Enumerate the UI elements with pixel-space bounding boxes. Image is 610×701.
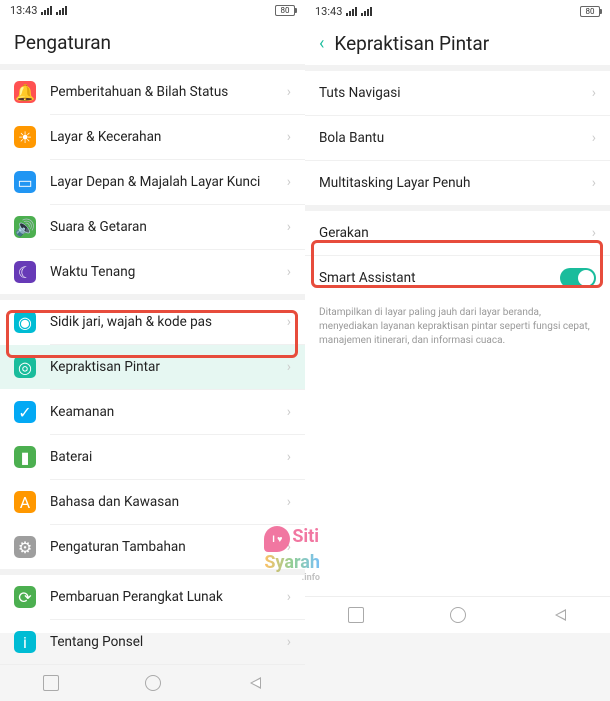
screen-icon: ▭	[14, 171, 36, 193]
settings-item-language[interactable]: ABahasa dan Kawasan›	[0, 480, 305, 524]
chevron-right-icon: ›	[287, 589, 291, 605]
moon-icon: ☾	[14, 261, 36, 283]
nav-bar	[305, 596, 610, 633]
nav-home-button[interactable]	[450, 607, 466, 623]
chevron-right-icon: ›	[592, 85, 596, 101]
smart-assistant-description: Ditampilkan di layar paling jauh dari la…	[305, 300, 610, 360]
chevron-right-icon: ›	[287, 219, 291, 235]
signal-icon-2	[361, 7, 372, 16]
update-icon: ⟳	[14, 586, 36, 608]
status-time: 13:43	[10, 4, 37, 17]
settings-item-additional[interactable]: ⚙Pengaturan Tambahan›	[0, 525, 305, 569]
chevron-right-icon: ›	[287, 84, 291, 100]
status-bar: 13:43 80	[0, 0, 305, 21]
settings-item-smart-convenience[interactable]: ◎Kepraktisan Pintar›	[0, 345, 305, 389]
settings-item-lockscreen[interactable]: ▭Layar Depan & Majalah Layar Kunci›	[0, 160, 305, 204]
page-header: Pengaturan	[0, 21, 305, 64]
nav-bar	[0, 664, 305, 701]
settings-item-notifications[interactable]: 🔔Pemberitahuan & Bilah Status›	[0, 70, 305, 114]
chevron-right-icon: ›	[287, 539, 291, 555]
page-title: Pengaturan	[14, 31, 111, 54]
settings-item-battery[interactable]: ▮Baterai›	[0, 435, 305, 479]
item-assistive-ball[interactable]: Bola Bantu›	[305, 116, 610, 160]
nav-recent-button[interactable]	[43, 675, 59, 691]
nav-home-button[interactable]	[145, 675, 161, 691]
status-bar: 13:43 80	[305, 0, 610, 22]
chevron-right-icon: ›	[287, 494, 291, 510]
shield-icon: ✓	[14, 401, 36, 423]
sun-icon: ☀	[14, 126, 36, 148]
item-gestures[interactable]: Gerakan›	[305, 211, 610, 255]
chevron-right-icon: ›	[287, 264, 291, 280]
chevron-right-icon: ›	[592, 130, 596, 146]
settings-item-update[interactable]: ⟳Pembaruan Perangkat Lunak›	[0, 575, 305, 619]
chevron-right-icon: ›	[592, 225, 596, 241]
item-fullscreen-multitask[interactable]: Multitasking Layar Penuh›	[305, 161, 610, 205]
signal-icon	[346, 7, 357, 16]
speaker-icon: 🔊	[14, 216, 36, 238]
chevron-right-icon: ›	[592, 175, 596, 191]
bulb-icon: ◎	[14, 356, 36, 378]
item-smart-assistant[interactable]: Smart Assistant	[305, 256, 610, 300]
battery-icon: 80	[580, 6, 600, 17]
chevron-right-icon: ›	[287, 359, 291, 375]
nav-back-button[interactable]	[248, 675, 262, 691]
chevron-right-icon: ›	[287, 634, 291, 650]
status-time: 13:43	[315, 5, 342, 18]
fingerprint-icon: ◉	[14, 311, 36, 333]
chevron-right-icon: ›	[287, 174, 291, 190]
chevron-right-icon: ›	[287, 314, 291, 330]
smart-assistant-toggle[interactable]	[560, 268, 596, 288]
battery-icon: 80	[275, 5, 295, 16]
info-icon: i	[14, 631, 36, 653]
page-header: ‹ Kepraktisan Pintar	[305, 22, 610, 65]
gear-icon: ⚙	[14, 536, 36, 558]
chevron-right-icon: ›	[287, 449, 291, 465]
phone-left: 13:43 80 Pengaturan 🔔Pemberitahuan & Bil…	[0, 0, 305, 633]
signal-icon-2	[56, 6, 67, 15]
settings-item-display[interactable]: ☀Layar & Kecerahan›	[0, 115, 305, 159]
bell-icon: 🔔	[14, 81, 36, 103]
settings-item-quiet[interactable]: ☾Waktu Tenang›	[0, 250, 305, 294]
nav-back-button[interactable]	[553, 607, 567, 623]
phone-right: 13:43 80 ‹ Kepraktisan Pintar Tuts Navig…	[305, 0, 610, 633]
language-icon: A	[14, 491, 36, 513]
back-button[interactable]: ‹	[319, 33, 324, 54]
signal-icon	[41, 6, 52, 15]
item-nav-keys[interactable]: Tuts Navigasi›	[305, 71, 610, 115]
chevron-right-icon: ›	[287, 129, 291, 145]
settings-item-security[interactable]: ✓Keamanan›	[0, 390, 305, 434]
settings-item-about[interactable]: iTentang Ponsel›	[0, 620, 305, 664]
page-title: Kepraktisan Pintar	[334, 32, 489, 55]
battery-settings-icon: ▮	[14, 446, 36, 468]
settings-item-sound[interactable]: 🔊Suara & Getaran›	[0, 205, 305, 249]
nav-recent-button[interactable]	[348, 607, 364, 623]
chevron-right-icon: ›	[287, 404, 291, 420]
settings-item-fingerprint[interactable]: ◉Sidik jari, wajah & kode pas›	[0, 300, 305, 344]
